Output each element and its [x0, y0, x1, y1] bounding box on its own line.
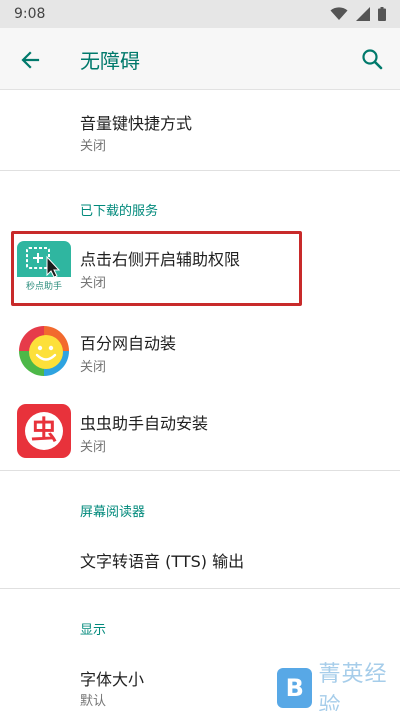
app-bar: 无障碍 — [0, 28, 400, 90]
chongchong-service-title: 虫虫助手自动安装 — [80, 414, 209, 433]
chongchong-app-icon: 虫 — [17, 404, 71, 458]
font-size-summary: 默认 — [80, 694, 107, 709]
highlight-box — [11, 231, 302, 306]
volume-shortcut-title: 音量键快捷方式 — [80, 114, 193, 133]
service-item-chongchong[interactable]: 虫 虫虫助手自动安装 关闭 — [0, 396, 400, 468]
downloaded-services-header: 已下载的服务 — [80, 204, 159, 219]
service-item-baifen[interactable]: 百分网自动装 关闭 — [0, 318, 400, 388]
baifen-service-summary: 关闭 — [80, 360, 107, 375]
tts-output-title: 文字转语音 (TTS) 输出 — [80, 552, 245, 571]
status-bar: 9:08 — [0, 0, 400, 28]
wifi-icon — [330, 7, 348, 20]
chongchong-icon-glyph: 虫 — [30, 416, 57, 446]
page-title: 无障碍 — [80, 49, 140, 73]
screen-reader-header: 屏幕阅读器 — [80, 505, 146, 520]
tts-output-item[interactable]: 文字转语音 (TTS) 输出 — [0, 532, 400, 586]
divider — [0, 470, 400, 471]
signal-icon — [356, 7, 370, 21]
search-button[interactable] — [358, 45, 386, 73]
status-icons — [330, 7, 386, 21]
volume-shortcut-summary: 关闭 — [80, 139, 107, 154]
watermark: B 菁英经验 — [275, 662, 400, 711]
divider — [0, 588, 400, 589]
font-size-title: 字体大小 — [80, 670, 145, 689]
watermark-logo: B — [277, 667, 313, 708]
divider — [0, 170, 400, 171]
arrow-back-icon — [21, 51, 40, 69]
baifen-app-icon — [17, 324, 71, 378]
watermark-text: 菁英经验 — [318, 661, 388, 711]
chongchong-service-summary: 关闭 — [80, 440, 107, 455]
battery-icon — [378, 7, 386, 21]
search-icon — [362, 49, 383, 70]
display-header: 显示 — [80, 623, 107, 638]
back-button[interactable] — [16, 46, 44, 74]
baifen-service-title: 百分网自动装 — [80, 334, 177, 353]
volume-shortcut-item[interactable]: 音量键快捷方式 关闭 — [0, 92, 400, 168]
status-time: 9:08 — [14, 6, 46, 22]
